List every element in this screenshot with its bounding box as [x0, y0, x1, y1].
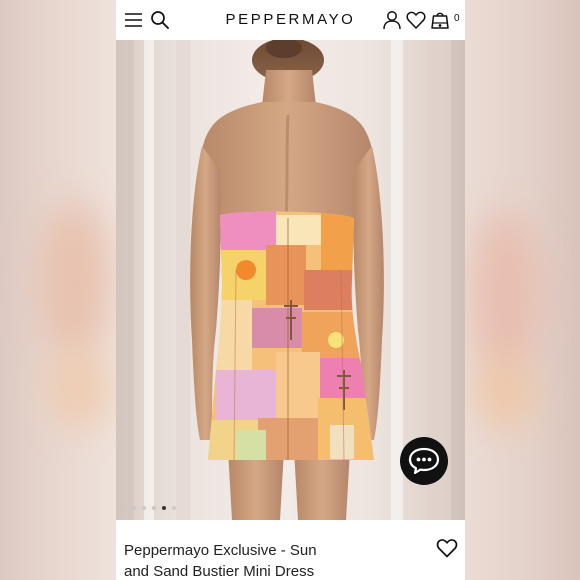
- product-title: Peppermayo Exclusive - Sun and Sand Bust…: [124, 540, 364, 580]
- heart-icon[interactable]: [406, 10, 426, 30]
- site-header: PEPPERMAYO 0: [116, 0, 465, 40]
- shopping-bag-icon[interactable]: [430, 10, 450, 30]
- pagination-dot[interactable]: [152, 506, 156, 510]
- blurred-background-left: [0, 0, 116, 580]
- pagination-dot[interactable]: [142, 506, 146, 510]
- pagination-dot-active[interactable]: [162, 506, 166, 510]
- cart-count-badge: 0: [454, 13, 460, 24]
- product-title-line-2: and Sand Bustier Mini Dress: [124, 563, 315, 580]
- hamburger-menu-icon[interactable]: [124, 10, 144, 30]
- pagination-dot[interactable]: [172, 506, 176, 510]
- heart-outline-icon[interactable]: [436, 537, 458, 559]
- user-icon[interactable]: [382, 10, 402, 30]
- pagination-dot[interactable]: [132, 506, 136, 510]
- blurred-background-right: [465, 0, 580, 580]
- search-icon[interactable]: [150, 10, 170, 30]
- live-chat-button[interactable]: [400, 437, 448, 485]
- pagination-dot[interactable]: [122, 506, 126, 510]
- product-info: Peppermayo Exclusive - Sun and Sand Bust…: [116, 520, 465, 580]
- image-pagination-dots[interactable]: [122, 506, 176, 510]
- product-image[interactable]: [116, 40, 465, 520]
- chat-bubble-icon: [408, 447, 440, 475]
- product-title-line-1: Peppermayo Exclusive - Sun: [124, 542, 317, 559]
- mobile-product-page: PEPPERMAYO 0 Peppermayo Exclusive - Sun …: [116, 0, 465, 580]
